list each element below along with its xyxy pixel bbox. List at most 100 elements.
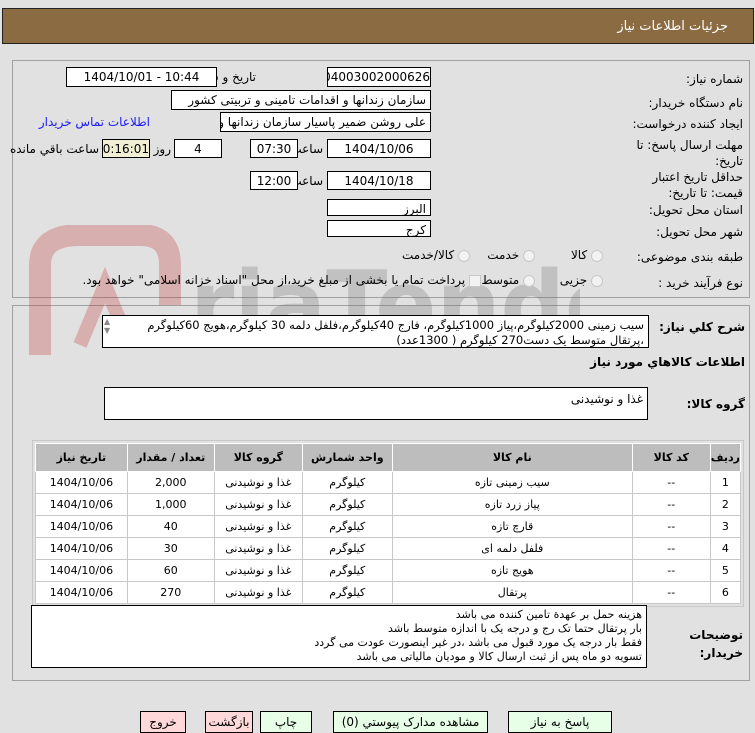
deadline-date-field: 1404/10/06 bbox=[327, 139, 431, 158]
item-group: غذا و نوشیدنی bbox=[213, 559, 303, 582]
unit: کیلوگرم bbox=[301, 581, 393, 604]
notes-line: بار پرتقال حتما تک رج و درجه یک با انداز… bbox=[388, 622, 642, 635]
notes-textarea[interactable]: هزینه حمل بر عهدة تامین کننده می باشد با… bbox=[31, 605, 647, 668]
goods-table: ردیف کد کالا نام کالا واحد شمارش گروه کا… bbox=[35, 443, 742, 604]
unit: کیلوگرم bbox=[301, 537, 393, 560]
item-code: -- bbox=[631, 471, 711, 494]
item-group: غذا و نوشیدنی bbox=[213, 471, 303, 494]
item-name: فلفل دلمه ای bbox=[391, 537, 633, 560]
need-date: 1404/10/06 bbox=[35, 581, 128, 604]
remaining-time-field: 20:16:01 bbox=[102, 139, 150, 158]
row-number: 3 bbox=[709, 515, 742, 538]
city-label: شهر محل تحویل: bbox=[656, 225, 743, 239]
process-option-medium[interactable]: متوسط bbox=[481, 273, 535, 287]
row-number: 5 bbox=[709, 559, 742, 582]
table-row: 1 -- سیب زمینی تازه کیلوگرم غذا و نوشیدنی 2,0… bbox=[35, 471, 742, 494]
creator-field: علی روشن ضمیر پاسیار سازمان زندانها و اق… bbox=[220, 112, 431, 132]
days-field: 4 bbox=[174, 139, 222, 158]
col-quantity: تعداد / مقدار bbox=[126, 443, 215, 472]
validity-date-field: 1404/10/18 bbox=[327, 171, 431, 190]
notes-line: فقط بار درجه یک مورد قبول می باشد ،در غی… bbox=[314, 636, 642, 649]
radio-icon[interactable] bbox=[591, 274, 603, 287]
buyer-contact-link[interactable]: اطلاعات تماس خریدار bbox=[39, 115, 150, 129]
col-group: گروه کالا bbox=[213, 443, 303, 472]
buyer-org-field: سازمان زندانها و اقدامات تامینی و تربیتی… bbox=[171, 90, 431, 110]
back-button[interactable]: بازگشت bbox=[205, 711, 253, 733]
col-code: کد کالا bbox=[631, 443, 711, 472]
table-row: 3 -- قارچ تازه کیلوگرم غذا و نوشیدنی 40 1404/1… bbox=[35, 515, 742, 538]
process-label: نوع فرآیند خرید : bbox=[658, 276, 743, 290]
item-name: پیاز زرد تازه bbox=[391, 493, 633, 516]
category-option-goods[interactable]: کالا bbox=[571, 248, 603, 262]
item-name: سیب زمینی تازه bbox=[391, 471, 633, 494]
unit: کیلوگرم bbox=[301, 515, 393, 538]
notes-line: هزینه حمل بر عهدة تامین کننده می باشد bbox=[455, 608, 642, 621]
radio-icon[interactable] bbox=[523, 274, 535, 287]
treasury-payment-option[interactable]: پرداخت تمام یا بخشی از مبلغ خرید،از محل … bbox=[82, 273, 481, 287]
process-option-small[interactable]: جزیی bbox=[560, 273, 603, 287]
notes-line: تسویه دو ماه پس از ثبت ارسال کالا و مودی… bbox=[356, 650, 642, 663]
goods-section-title: اطلاعات کالاهاي مورد نياز bbox=[590, 355, 745, 369]
goods-group-textarea[interactable]: غذا و نوشیدنی bbox=[104, 387, 648, 420]
item-group: غذا و نوشیدنی bbox=[213, 537, 303, 560]
item-name: قارچ تازه bbox=[391, 515, 633, 538]
need-date: 1404/10/06 bbox=[35, 493, 128, 516]
col-row: ردیف bbox=[709, 443, 742, 472]
goods-table-wrapper: ردیف کد کالا نام کالا واحد شمارش گروه کا… bbox=[32, 440, 744, 607]
unit: کیلوگرم bbox=[301, 493, 393, 516]
need-date: 1404/10/06 bbox=[35, 537, 128, 560]
item-code: -- bbox=[631, 515, 711, 538]
description-textarea[interactable]: سیب زمینی 2000کیلوگرم،پیاز 1000کیلوگرم، … bbox=[102, 315, 649, 348]
category-option-service[interactable]: خدمت bbox=[487, 248, 535, 262]
need-date: 1404/10/06 bbox=[35, 471, 128, 494]
row-number: 4 bbox=[709, 537, 742, 560]
item-code: -- bbox=[631, 559, 711, 582]
print-button[interactable]: چاپ bbox=[260, 711, 312, 733]
need-number-label: شماره نیاز: bbox=[686, 72, 743, 86]
item-code: -- bbox=[631, 493, 711, 516]
need-date: 1404/10/06 bbox=[35, 559, 128, 582]
category-option-both[interactable]: کالا/خدمت bbox=[402, 248, 470, 262]
need-number-field: 1104003002000626 bbox=[327, 67, 431, 87]
radio-icon[interactable] bbox=[591, 249, 603, 262]
province-label: استان محل تحویل: bbox=[648, 203, 743, 217]
quantity: 270 bbox=[126, 581, 215, 604]
checkbox-icon[interactable] bbox=[469, 274, 481, 287]
radio-icon[interactable] bbox=[458, 249, 470, 262]
validity-time-field: 12:00 bbox=[250, 171, 298, 190]
quantity: 30 bbox=[126, 537, 215, 560]
page-title: جزئیات اطلاعات نیاز bbox=[617, 19, 728, 34]
reply-button[interactable]: پاسخ به نیاز bbox=[508, 711, 612, 733]
remaining-label: ساعت باقي مانده bbox=[9, 142, 99, 156]
exit-button[interactable]: خروج bbox=[140, 711, 186, 733]
item-group: غذا و نوشیدنی bbox=[213, 581, 303, 604]
col-unit: واحد شمارش bbox=[301, 443, 393, 472]
row-number: 1 bbox=[709, 471, 742, 494]
announce-field: 1404/10/01 - 10:44 bbox=[66, 67, 217, 87]
page-header: جزئیات اطلاعات نیاز bbox=[2, 8, 754, 44]
unit: کیلوگرم bbox=[301, 559, 393, 582]
unit: کیلوگرم bbox=[301, 471, 393, 494]
goods-group-label: گروه کالا: bbox=[686, 397, 745, 411]
deadline-time-field: 07:30 bbox=[250, 139, 298, 158]
table-row: 5 -- هویج تازه کیلوگرم غذا و نوشیدنی 60 1404/1… bbox=[35, 559, 742, 582]
notes-label: توضیحات خریدار: bbox=[689, 628, 743, 660]
description-label: شرح کلي نياز: bbox=[659, 320, 745, 334]
need-date: 1404/10/06 bbox=[35, 515, 128, 538]
deadline-label: مهلت ارسال پاسخ: تا تاریخ: bbox=[636, 138, 743, 168]
province-field: البرز bbox=[327, 199, 431, 216]
item-group: غذا و نوشیدنی bbox=[213, 515, 303, 538]
buyer-org-label: نام دستگاه خریدار: bbox=[648, 96, 744, 110]
scroll-arrows-icon[interactable]: ▲ ▼ bbox=[104, 317, 110, 335]
quantity: 1,000 bbox=[126, 493, 215, 516]
view-attachments-button[interactable]: مشاهده مدارک پیوستي (0) bbox=[333, 711, 488, 733]
creator-label: ایجاد کننده درخواست: bbox=[632, 117, 743, 131]
row-number: 2 bbox=[709, 493, 742, 516]
quantity: 60 bbox=[126, 559, 215, 582]
col-date: تاریخ نیاز bbox=[35, 443, 128, 472]
category-label: طبقه بندی موضوعی: bbox=[636, 250, 743, 264]
table-row: 6 -- پرتقال کیلوگرم غذا و نوشیدنی 270 1404/10/… bbox=[35, 581, 742, 604]
row-number: 6 bbox=[709, 581, 742, 604]
item-group: غذا و نوشیدنی bbox=[213, 493, 303, 516]
radio-icon[interactable] bbox=[523, 249, 535, 262]
